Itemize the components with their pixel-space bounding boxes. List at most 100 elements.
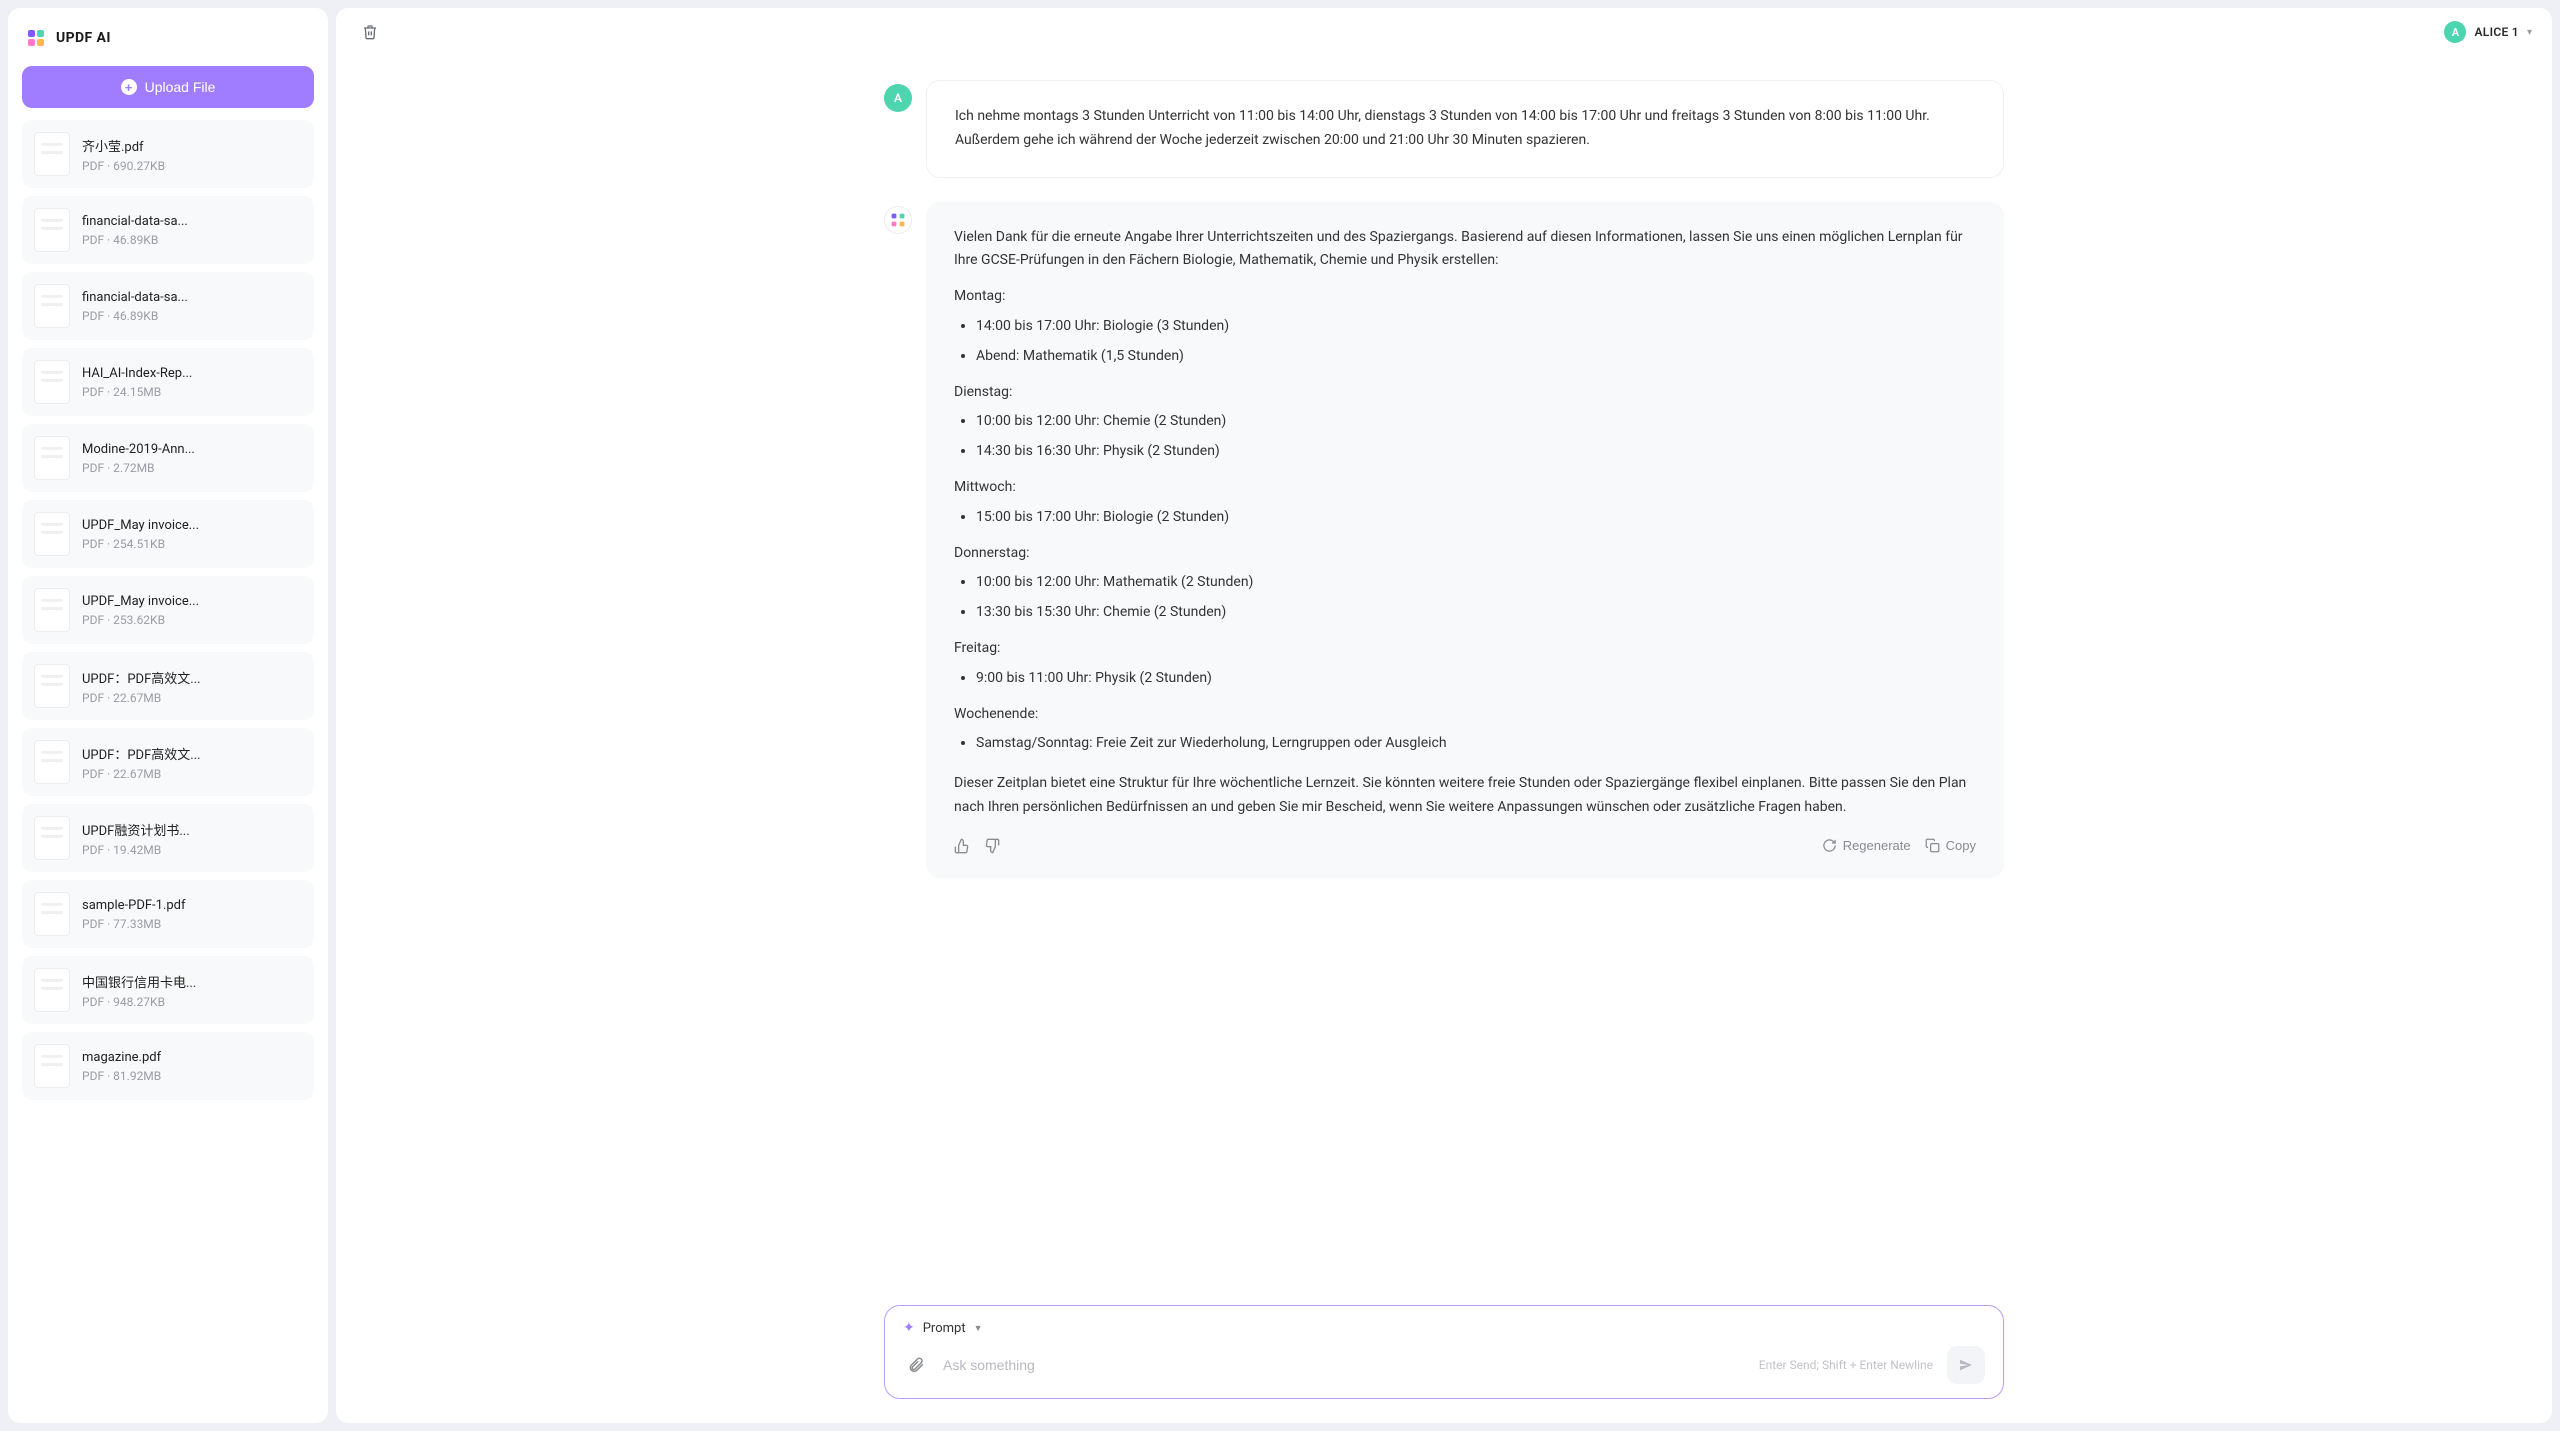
schedule-item: Samstag/Sonntag: Freie Zeit zur Wiederho…	[976, 732, 1976, 756]
caret-down-icon: ▼	[974, 1323, 983, 1334]
file-name: sample-PDF-1.pdf	[82, 898, 302, 913]
file-name: UPDF：PDF高效文...	[82, 668, 302, 687]
file-item[interactable]: UPDF：PDF高效文...PDF · 22.67MB	[22, 728, 314, 796]
file-name: 齐小莹.pdf	[82, 136, 302, 155]
file-meta: PDF · 46.89KB	[82, 309, 302, 323]
day-heading: Wochenende:	[954, 703, 1976, 727]
day-list: 10:00 bis 12:00 Uhr: Chemie (2 Stunden) …	[954, 410, 1976, 464]
user-message-bubble: Ich nehme montags 3 Stunden Unterricht v…	[926, 80, 2004, 178]
app-title: UPDF AI	[56, 30, 111, 46]
file-name: UPDF融资计划书...	[82, 820, 302, 839]
thumbs-down-button[interactable]	[984, 838, 1000, 854]
file-name: magazine.pdf	[82, 1050, 302, 1065]
file-item[interactable]: sample-PDF-1.pdf PDF · 77.33MB	[22, 880, 314, 948]
schedule-item: 15:00 bis 17:00 Uhr: Biologie (2 Stunden…	[976, 506, 1976, 530]
file-thumb-icon	[34, 588, 70, 632]
file-meta: PDF · 2.72MB	[82, 461, 302, 475]
file-meta: PDF · 22.67MB	[82, 691, 302, 705]
attach-button[interactable]	[903, 1352, 929, 1378]
schedule-item: 13:30 bis 15:30 Uhr: Chemie (2 Stunden)	[976, 601, 1976, 625]
file-thumb-icon	[34, 436, 70, 480]
file-meta: PDF · 46.89KB	[82, 233, 302, 247]
composer-hint: Enter Send; Shift + Enter Newline	[1759, 1358, 1933, 1372]
user-menu[interactable]: A ALICE 1 ▾	[2444, 21, 2532, 43]
user-message-row: A Ich nehme montags 3 Stunden Unterricht…	[884, 80, 2004, 178]
user-message-text: Ich nehme montags 3 Stunden Unterricht v…	[955, 108, 1930, 148]
schedule-item: 14:30 bis 16:30 Uhr: Physik (2 Stunden)	[976, 440, 1976, 464]
file-name: HAI_AI-Index-Rep...	[82, 366, 302, 381]
sparkle-icon: ✦	[903, 1320, 915, 1336]
file-meta: PDF · 948.27KB	[82, 995, 302, 1009]
schedule-item: Abend: Mathematik (1,5 Stunden)	[976, 345, 1976, 369]
app-logo-icon	[24, 26, 48, 50]
composer: ✦ Prompt ▼ Enter Send; Shift + Enter New…	[884, 1305, 2004, 1399]
day-list: 10:00 bis 12:00 Uhr: Mathematik (2 Stund…	[954, 571, 1976, 625]
thumbs-up-button[interactable]	[954, 838, 970, 854]
file-name: UPDF：PDF高效文...	[82, 744, 302, 763]
topbar: A ALICE 1 ▾	[336, 8, 2552, 56]
file-item[interactable]: HAI_AI-Index-Rep... PDF · 24.15MB	[22, 348, 314, 416]
file-name: Modine-2019-Ann...	[82, 442, 302, 457]
upload-file-button[interactable]: + Upload File	[22, 66, 314, 108]
ai-intro: Vielen Dank für die erneute Angabe Ihrer…	[954, 226, 1976, 274]
schedule-item: 10:00 bis 12:00 Uhr: Mathematik (2 Stund…	[976, 571, 1976, 595]
file-item[interactable]: Modine-2019-Ann... PDF · 2.72MB	[22, 424, 314, 492]
file-meta: PDF · 19.42MB	[82, 843, 302, 857]
file-name: financial-data-sa...	[82, 290, 302, 305]
file-thumb-icon	[34, 360, 70, 404]
ai-message-row: Vielen Dank für die erneute Angabe Ihrer…	[884, 202, 2004, 878]
chevron-down-icon: ▾	[2527, 27, 2532, 38]
message-actions: Regenerate Copy	[954, 838, 1976, 854]
file-item[interactable]: financial-data-sa...PDF · 46.89KB	[22, 196, 314, 264]
main-panel: A ALICE 1 ▾ A Ich nehme montags 3 Stunde…	[336, 8, 2552, 1423]
file-item[interactable]: 中国银行信用卡电... PDF · 948.27KB	[22, 956, 314, 1024]
copy-label: Copy	[1946, 838, 1976, 853]
day-heading: Montag:	[954, 285, 1976, 309]
file-item[interactable]: UPDF_May invoice...PDF · 253.62KB	[22, 576, 314, 644]
message-input[interactable]	[943, 1357, 1745, 1373]
day-list: 9:00 bis 11:00 Uhr: Physik (2 Stunden)	[954, 667, 1976, 691]
regenerate-button[interactable]: Regenerate	[1822, 838, 1911, 853]
file-meta: PDF · 254.51KB	[82, 537, 302, 551]
upload-icon: +	[121, 79, 137, 95]
day-heading: Freitag:	[954, 637, 1976, 661]
file-item[interactable]: UPDF：PDF高效文... PDF · 22.67MB	[22, 652, 314, 720]
copy-button[interactable]: Copy	[1925, 838, 1976, 853]
file-meta: PDF · 24.15MB	[82, 385, 302, 399]
day-heading: Donnerstag:	[954, 542, 1976, 566]
file-item[interactable]: UPDF_May invoice... PDF · 254.51KB	[22, 500, 314, 568]
file-name: 中国银行信用卡电...	[82, 972, 302, 991]
file-thumb-icon	[34, 892, 70, 936]
file-item[interactable]: 齐小莹.pdf PDF · 690.27KB	[22, 120, 314, 188]
upload-label: Upload File	[145, 79, 216, 95]
file-meta: PDF · 81.92MB	[82, 1069, 302, 1083]
avatar: A	[2444, 21, 2466, 43]
chat-scroll[interactable]: A Ich nehme montags 3 Stunden Unterricht…	[336, 56, 2552, 1305]
file-item[interactable]: UPDF融资计划书... PDF · 19.42MB	[22, 804, 314, 872]
file-item[interactable]: financial-data-sa... PDF · 46.89KB	[22, 272, 314, 340]
file-meta: PDF · 690.27KB	[82, 159, 302, 173]
day-list: Samstag/Sonntag: Freie Zeit zur Wiederho…	[954, 732, 1976, 756]
ai-outro: Dieser Zeitplan bietet eine Struktur für…	[954, 772, 1976, 820]
ai-message-bubble: Vielen Dank für die erneute Angabe Ihrer…	[926, 202, 2004, 878]
composer-wrap: ✦ Prompt ▼ Enter Send; Shift + Enter New…	[336, 1305, 2552, 1423]
file-item[interactable]: magazine.pdf PDF · 81.92MB	[22, 1032, 314, 1100]
file-thumb-icon	[34, 968, 70, 1012]
send-button[interactable]	[1947, 1346, 1985, 1384]
file-thumb-icon	[34, 1044, 70, 1088]
file-meta: PDF · 77.33MB	[82, 917, 302, 931]
file-thumb-icon	[34, 740, 70, 784]
day-list: 15:00 bis 17:00 Uhr: Biologie (2 Stunden…	[954, 506, 1976, 530]
schedule-item: 9:00 bis 11:00 Uhr: Physik (2 Stunden)	[976, 667, 1976, 691]
file-list: 齐小莹.pdf PDF · 690.27KB financial-data-sa.…	[22, 120, 314, 1100]
prompt-selector[interactable]: ✦ Prompt ▼	[903, 1320, 1985, 1336]
file-thumb-icon	[34, 816, 70, 860]
file-thumb-icon	[34, 664, 70, 708]
day-heading: Dienstag:	[954, 381, 1976, 405]
file-thumb-icon	[34, 132, 70, 176]
sidebar: UPDF AI + Upload File 齐小莹.pdf PDF · 690.2…	[8, 8, 328, 1423]
regenerate-label: Regenerate	[1843, 838, 1911, 853]
file-thumb-icon	[34, 284, 70, 328]
file-name: UPDF_May invoice...	[82, 518, 302, 533]
delete-button[interactable]	[356, 18, 384, 46]
